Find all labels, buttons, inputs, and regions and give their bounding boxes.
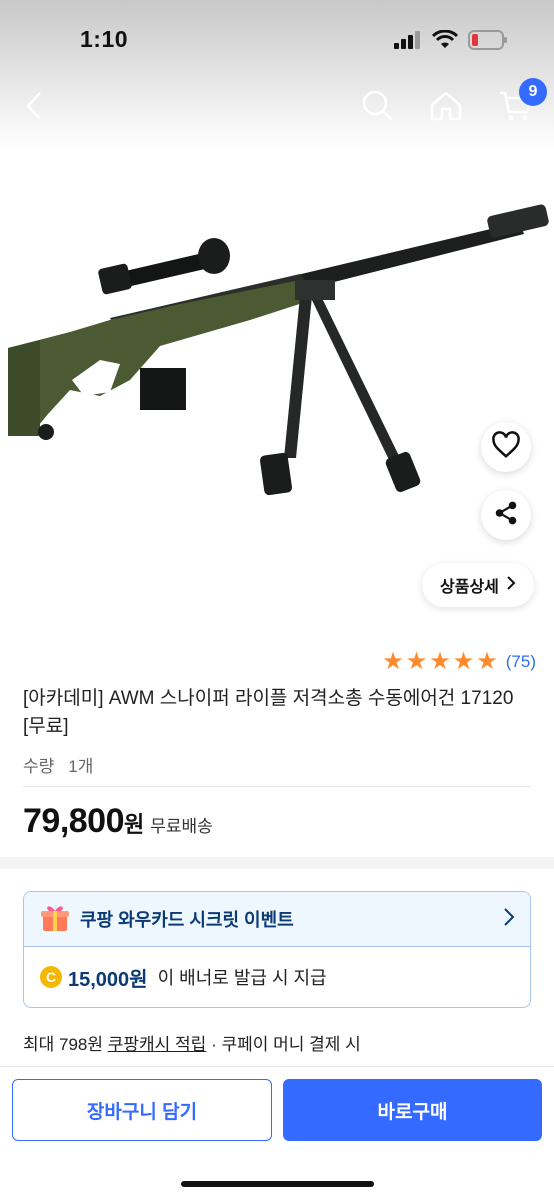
price: 79,800 xyxy=(23,802,125,840)
status-time: 1:10 xyxy=(80,26,129,52)
cart-count-badge: 9 xyxy=(519,78,547,106)
gift-icon xyxy=(40,901,70,938)
star-icon: ★ xyxy=(429,648,451,675)
product-image[interactable] xyxy=(0,200,554,510)
home-icon xyxy=(430,91,462,126)
wifi-icon xyxy=(431,29,459,55)
search-icon xyxy=(362,90,394,127)
section-divider xyxy=(0,857,554,869)
star-icon: ★ xyxy=(476,648,498,675)
buy-now-button[interactable]: 바로구매 xyxy=(283,1079,542,1141)
chevron-right-icon xyxy=(507,575,516,595)
shipping-badge: 무료배송 xyxy=(150,817,213,836)
cash-reward-info: 최대 798원 쿠팡캐시 적립 · 쿠페이 머니 결제 시 xyxy=(23,1030,361,1055)
status-icons xyxy=(394,29,508,55)
product-title: [아카데미] AWM 스나이퍼 라이플 저격소총 수동에어건 17120 [무료… xyxy=(23,688,514,737)
rating[interactable]: ★ ★ ★ ★ ★ (75) xyxy=(382,650,536,674)
home-indicator xyxy=(181,1181,374,1187)
promo-reward: C 15,000원 이 배너로 발급 시 지급 xyxy=(24,947,530,1007)
quantity-label: 수량 xyxy=(23,757,55,776)
wishlist-button[interactable] xyxy=(481,422,531,472)
promo-amount: 15,000원 xyxy=(68,968,148,991)
add-to-cart-button[interactable]: 장바구니 담기 xyxy=(12,1079,272,1141)
back-button[interactable] xyxy=(12,86,56,130)
product-detail-label: 상품상세 xyxy=(440,579,499,596)
share-button[interactable] xyxy=(481,490,531,540)
coupang-cash-coin-icon: C xyxy=(40,966,62,988)
bottom-action-bar: 장바구니 담기 바로구매 xyxy=(0,1066,554,1200)
chevron-right-icon xyxy=(504,907,515,931)
home-button[interactable] xyxy=(424,86,468,130)
top-navigation xyxy=(0,80,554,136)
promo-title: 쿠팡 와우카드 시크릿 이벤트 xyxy=(80,910,294,930)
review-count[interactable]: (75) xyxy=(506,652,536,672)
promo-description: 이 배너로 발급 시 지급 xyxy=(157,968,327,988)
cash-prefix: 최대 798원 xyxy=(23,1035,104,1054)
price-row: 79,800 원 무료배송 xyxy=(23,802,213,841)
star-icon: ★ xyxy=(452,648,475,675)
status-bar: 1:10 xyxy=(0,0,554,80)
share-icon xyxy=(493,500,519,531)
promo-banner[interactable]: 쿠팡 와우카드 시크릿 이벤트 C 15,000원 이 배너로 발급 시 지급 xyxy=(23,891,531,1008)
heart-icon xyxy=(491,430,521,464)
signal-icon xyxy=(394,31,422,54)
product-detail-button[interactable]: 상품상세 xyxy=(422,563,534,607)
quantity-value: 1개 xyxy=(68,757,94,776)
cash-suffix: · 쿠페이 머니 결제 시 xyxy=(211,1035,361,1054)
battery-icon xyxy=(468,30,508,55)
back-arrow-icon xyxy=(25,91,43,126)
price-unit: 원 xyxy=(124,812,145,837)
star-icon: ★ xyxy=(405,648,428,675)
quantity-row: 수량 1개 xyxy=(23,752,107,777)
search-button[interactable] xyxy=(356,86,400,130)
divider xyxy=(23,786,531,787)
cash-link[interactable]: 쿠팡캐시 적립 xyxy=(108,1035,207,1054)
promo-header[interactable]: 쿠팡 와우카드 시크릿 이벤트 xyxy=(24,892,530,947)
star-icon: ★ xyxy=(382,648,404,675)
